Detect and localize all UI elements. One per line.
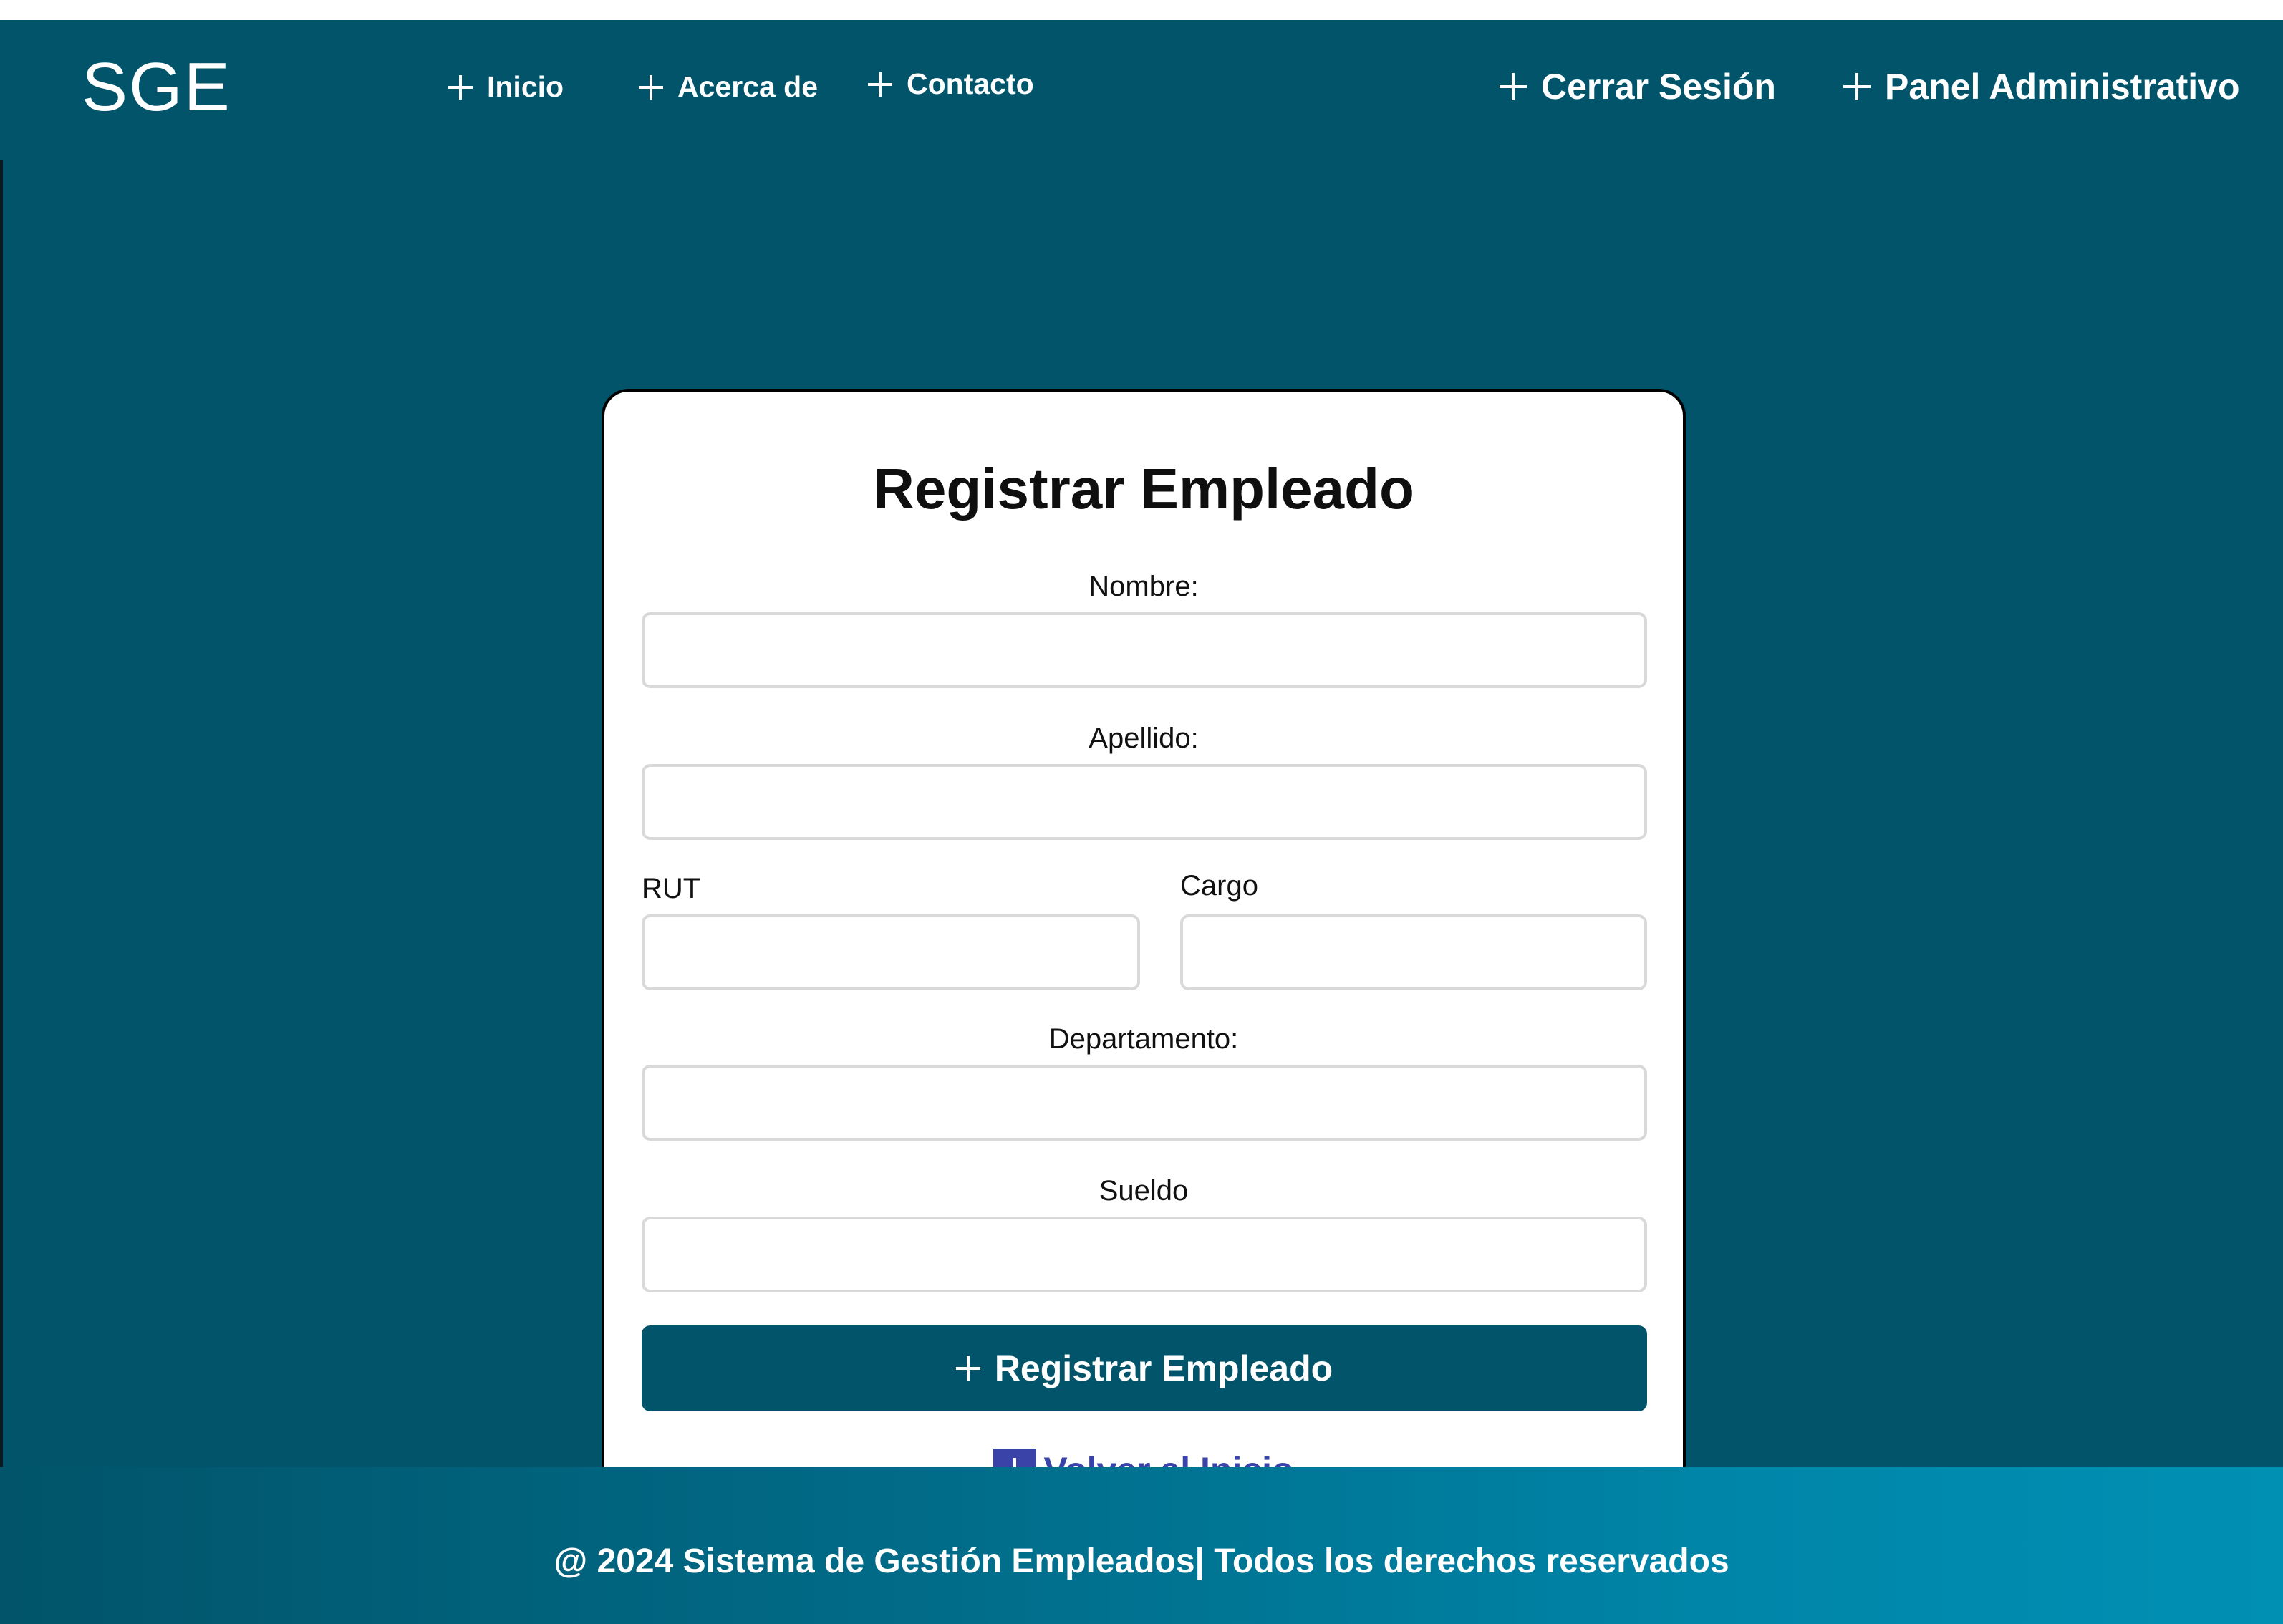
form-title: Registrar Empleado [873,457,1414,521]
nav-link-label: Inicio [487,70,564,103]
sueldo-label: Sueldo [1099,1175,1189,1207]
nav-link-panel-administrativo[interactable]: Panel Administrativo [1843,66,2239,107]
cargo-input[interactable] [1180,914,1647,990]
apellido-input[interactable] [642,764,1647,840]
plus-icon [1500,73,1527,100]
sueldo-input[interactable] [642,1217,1647,1292]
main-area: Registrar Empleado Nombre: Apellido: RUT… [0,160,2283,1560]
nav-link-label: Acerca de [677,70,819,103]
nombre-input[interactable] [642,612,1647,688]
nav-link-label: Contacto [907,67,1034,100]
cargo-label: Cargo [1180,870,1258,902]
plus-icon [868,72,892,97]
nav-link-label: Cerrar Sesión [1541,67,1776,107]
register-employee-button-label: Registrar Empleado [994,1348,1333,1388]
nav-link-cerrar-sesion[interactable]: Cerrar Sesión [1500,66,1776,107]
nav-link-inicio[interactable]: Inicio [448,70,564,104]
nav-link-label: Panel Administrativo [1885,67,2240,107]
departamento-label: Departamento: [1048,1023,1239,1055]
top-strip [0,0,2283,20]
rut-label: RUT [642,873,701,904]
footer-copyright: @ 2024 Sistema de Gestión Empleados| Tod… [554,1542,1729,1580]
rut-input[interactable] [642,914,1140,990]
plus-icon [639,74,663,100]
logo[interactable]: SGE [82,53,231,122]
departamento-input[interactable] [642,1065,1647,1141]
nombre-label: Nombre: [1089,571,1199,602]
navbar: SGE Inicio Acerca de Contacto Cerrar Ses… [0,20,2283,160]
nav-link-contacto[interactable]: Contacto [868,67,1034,101]
plus-icon [955,1356,980,1381]
register-employee-form: Registrar Empleado Nombre: Apellido: RUT… [602,389,1686,1560]
plus-icon [1843,73,1871,100]
plus-icon [448,74,473,100]
footer: @ 2024 Sistema de Gestión Empleados| Tod… [0,1467,2283,1624]
nav-link-acerca[interactable]: Acerca de [639,70,818,104]
apellido-label: Apellido: [1089,722,1199,754]
register-employee-button[interactable]: Registrar Empleado [642,1325,1647,1411]
